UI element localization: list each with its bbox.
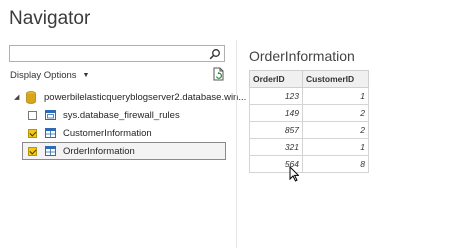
chevron-down-icon: ▼ [82,72,90,79]
checkbox-firewall-rules[interactable] [28,110,37,120]
tree-item-sys-database-firewall-rules[interactable]: sys.database_firewall_rules [28,107,180,123]
table-row: 149 2 [249,104,369,122]
search-box[interactable] [9,45,225,64]
pane-divider [236,40,237,248]
table-cell: 149 [249,104,303,122]
tree-item-orderinformation[interactable]: OrderInformation [22,142,226,160]
table-row: 321 1 [249,138,369,156]
preview-table: OrderID CustomerID 123 1 149 2 857 2 321… [249,70,369,173]
checkbox-customerinformation[interactable] [28,128,37,138]
table-cell: 8 [302,155,369,173]
refresh-icon[interactable] [212,67,225,81]
expander-icon[interactable]: ◢ [14,93,22,101]
table-cell: 2 [302,104,369,122]
tree-item-label: CustomerInformation [63,127,152,139]
database-icon [26,90,36,104]
display-options-label: Display Options [10,70,77,81]
table-cell: 1 [302,87,369,105]
display-options-dropdown[interactable]: Display Options ▼ [10,70,89,81]
checkbox-orderinformation[interactable] [28,146,37,156]
table-cell: 857 [249,121,303,139]
table-cell: 1 [302,138,369,156]
table-cell: 2 [302,121,369,139]
table-cell: 123 [249,87,303,105]
navigator-pane: Display Options ▼ ◢ powerbilelasticqueryb… [0,0,246,248]
preview-title: OrderInformation [249,48,355,64]
table-header-row: OrderID CustomerID [249,70,369,88]
tree-item-label: sys.database_firewall_rules [63,109,180,121]
server-label: powerbilelasticqueryblogserver2.database… [44,91,247,103]
table-icon [45,128,56,138]
column-header-customerid[interactable]: CustomerID [302,70,369,88]
table-cell: 321 [249,138,303,156]
tree-item-server[interactable]: ◢ powerbilelasticqueryblogserver2.databa… [14,89,246,105]
view-icon [45,110,56,120]
table-row: 564 8 [249,155,369,173]
tree-item-customerinformation[interactable]: CustomerInformation [28,125,152,141]
table-icon [45,146,56,156]
table-row: 123 1 [249,87,369,105]
mouse-cursor-icon [289,166,299,182]
tree-item-label: OrderInformation [63,145,135,157]
column-header-orderid[interactable]: OrderID [249,70,303,88]
table-row: 857 2 [249,121,369,139]
search-input[interactable] [10,49,208,64]
search-icon[interactable] [209,48,221,60]
